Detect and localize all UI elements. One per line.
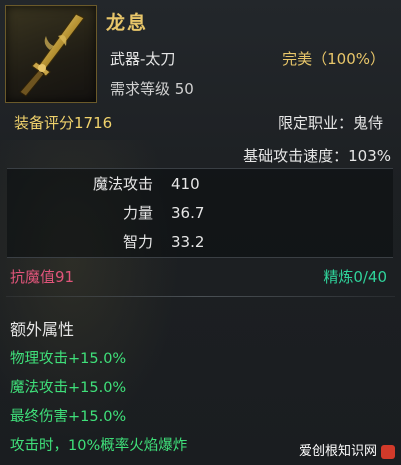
item-tooltip: 龙息 武器-太刀 需求等级 50 完美（100%） 装备评分1716 限定职业：…	[0, 0, 401, 465]
extra-attribute: 物理攻击+15.0%	[10, 351, 127, 367]
extra-attributes-title: 额外属性	[10, 320, 75, 339]
stat-label: 智力	[122, 233, 153, 251]
extra-attribute: 最终伤害+15.0%	[10, 409, 127, 425]
stat-value: 410	[171, 175, 200, 193]
stat-label: 魔法攻击	[92, 175, 153, 193]
attack-speed: 基础攻击速度：103%	[243, 147, 391, 165]
magic-resistance: 抗魔值91	[10, 268, 75, 286]
item-name: 龙息	[106, 12, 149, 34]
divider	[6, 296, 395, 297]
stat-row: 智力 33.2	[7, 228, 393, 256]
stat-value: 33.2	[171, 233, 205, 251]
watermark-logo-icon	[381, 444, 395, 459]
item-type: 武器-太刀	[110, 50, 176, 68]
extra-attribute: 魔法攻击+15.0%	[10, 380, 127, 396]
extra-attribute: 攻击时，10%概率火焰爆炸	[10, 438, 188, 454]
quality-label: 完美（100%）	[282, 50, 385, 68]
class-restriction: 限定职业：鬼侍	[277, 114, 383, 132]
stat-value: 36.7	[171, 204, 205, 222]
katana-weapon-icon	[5, 5, 97, 103]
refine-level: 精炼0/40	[323, 268, 387, 286]
stat-row: 魔法攻击 410	[7, 170, 393, 198]
level-requirement: 需求等级 50	[110, 80, 194, 98]
stat-label: 力量	[122, 204, 153, 222]
watermark-text: 爱创根知识网	[298, 444, 377, 459]
stat-row: 力量 36.7	[7, 199, 393, 227]
watermark: 爱创根知识网	[299, 440, 395, 459]
equipment-score: 装备评分1716	[14, 114, 113, 132]
stats-table: 魔法攻击 410 力量 36.7 智力 33.2	[7, 168, 393, 258]
